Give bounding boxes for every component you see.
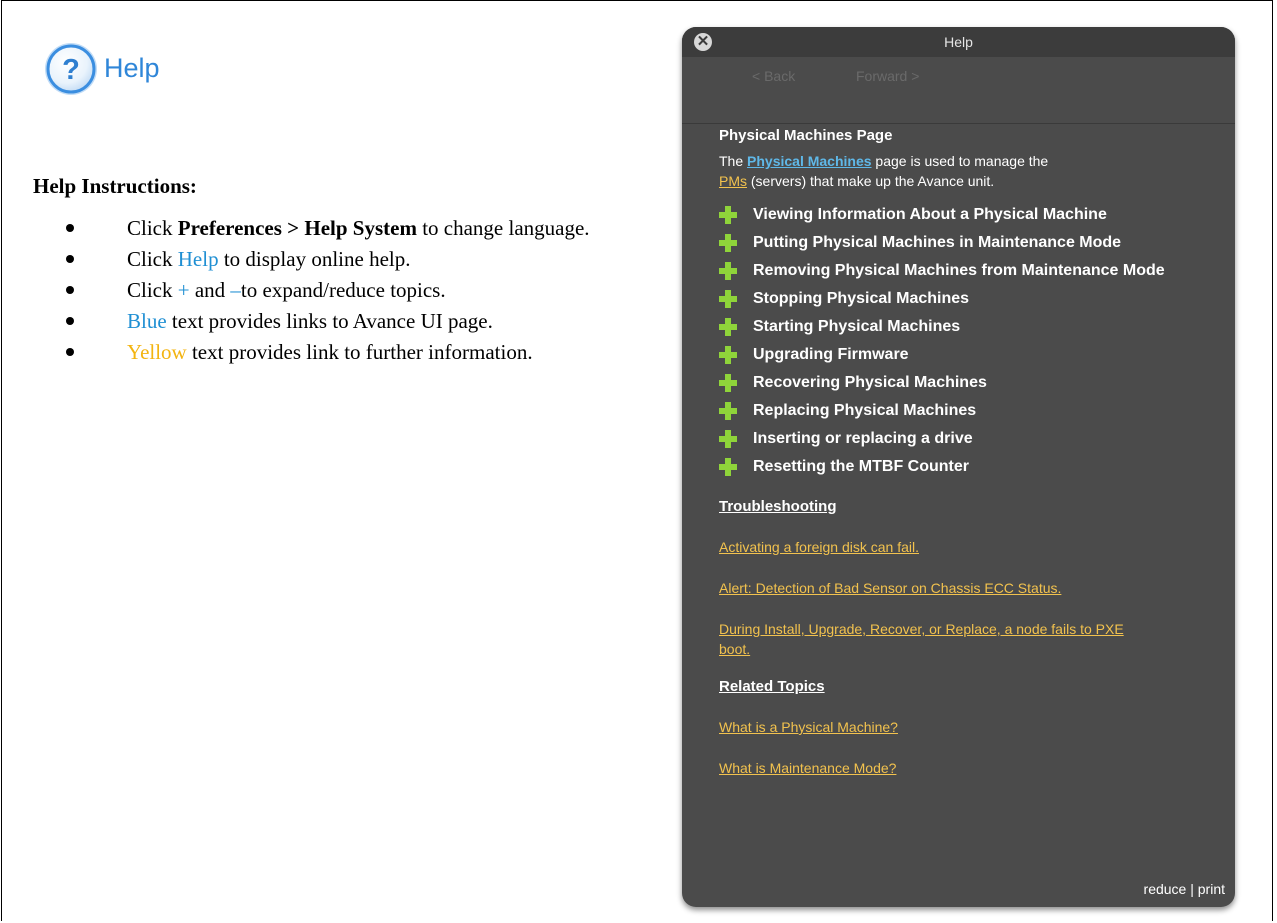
topic-label: Viewing Information About a Physical Mac… [753,206,1107,223]
minus-symbol: – [230,278,241,302]
bullet [66,286,74,294]
topic-label: Recovering Physical Machines [753,374,987,391]
intro-text-part: page is used to manage the [871,153,1049,169]
yellow-word: Yellow [127,340,187,364]
topic-item[interactable]: Putting Physical Machines in Maintenance… [719,232,1209,254]
blue-word: Blue [127,309,167,333]
item-text: text provides links to Avance UI page. [166,309,493,333]
instructions-list: Click Preferences > Help System to chang… [62,215,622,370]
bullet [66,255,74,263]
item-text: Click [127,247,178,271]
bullet [66,224,74,232]
list-item: Click Preferences > Help System to chang… [62,215,622,241]
list-item: Blue text provides links to Avance UI pa… [62,308,622,334]
list-item: Click Help to display online help. [62,246,622,272]
plus-icon[interactable] [719,402,737,420]
svg-text:?: ? [62,54,80,86]
topic-item[interactable]: Replacing Physical Machines [719,400,1209,422]
item-text: to change language. [416,216,590,240]
plus-icon[interactable] [719,374,737,392]
intro-text-part: (servers) that make up the Avance unit. [747,173,995,189]
pms-link[interactable]: PMs [719,173,747,189]
list-item: Yellow text provides link to further inf… [62,339,622,365]
troubleshooting-link[interactable]: During Install, Upgrade, Recover, or Rep… [719,619,1149,659]
footer-separator: | [1186,881,1198,897]
panel-footer: reduce | print [1144,881,1225,897]
topic-item[interactable]: Inserting or replacing a drive [719,428,1209,450]
plus-symbol: + [177,278,190,302]
help-title: Help [104,52,160,83]
topic-item[interactable]: Upgrading Firmware [719,344,1209,366]
item-text: and [189,278,231,302]
item-text: Click [127,278,178,302]
troubleshooting-link[interactable]: Alert: Detection of Bad Sensor on Chassi… [719,578,1209,598]
reduce-link[interactable]: reduce [1144,881,1187,897]
item-text: to display online help. [218,247,411,271]
item-text: text provides link to further informatio… [186,340,533,364]
topics-list: Viewing Information About a Physical Mac… [719,204,1209,478]
forward-button[interactable]: Forward > [856,68,919,84]
topic-label: Upgrading Firmware [753,346,909,363]
intro-text: The Physical Machines page is used to ma… [719,151,1209,191]
topic-label: Removing Physical Machines from Maintena… [753,262,1165,279]
related-topic-link[interactable]: What is a Physical Machine? [719,717,1209,737]
plus-icon[interactable] [719,234,737,252]
topic-label: Putting Physical Machines in Maintenance… [753,234,1122,251]
plus-icon[interactable] [719,290,737,308]
topic-label: Starting Physical Machines [753,318,961,335]
topic-label: Stopping Physical Machines [753,290,970,307]
close-icon[interactable]: ✕ [694,33,712,51]
help-panel: Help ✕ < Back Forward > Physical Machine… [682,27,1235,907]
instructions-heading: Help Instructions: [33,174,197,198]
troubleshooting-link[interactable]: Activating a foreign disk can fail. [719,537,1209,557]
topic-item[interactable]: Resetting the MTBF Counter [719,456,1209,478]
topic-label: Resetting the MTBF Counter [753,458,969,475]
topic-item[interactable]: Viewing Information About a Physical Mac… [719,204,1209,226]
topic-item[interactable]: Starting Physical Machines [719,316,1209,338]
help-question-icon: ? [45,43,97,95]
topic-item[interactable]: Recovering Physical Machines [719,372,1209,394]
list-item: Click + and –to expand/reduce topics. [62,277,622,303]
panel-title: Help [944,34,973,50]
bullet [66,348,74,356]
plus-icon[interactable] [719,206,737,224]
plus-icon[interactable] [719,430,737,448]
related-topic-link[interactable]: What is Maintenance Mode? [719,758,1209,778]
physical-machines-link[interactable]: Physical Machines [747,153,872,169]
topic-item[interactable]: Stopping Physical Machines [719,288,1209,310]
help-logo: ? Help [40,38,160,100]
item-text: to expand/reduce topics. [240,278,446,302]
item-bold-text: Preferences > Help System [177,216,417,240]
nav-bar: < Back Forward > [682,57,1235,124]
item-text: Click [127,216,178,240]
plus-icon[interactable] [719,458,737,476]
print-link[interactable]: print [1198,881,1225,897]
topic-label: Inserting or replacing a drive [753,430,973,447]
bullet [66,317,74,325]
help-link[interactable]: Help [178,247,219,271]
panel-title-bar: Help [682,27,1235,57]
intro-text-part: The [719,153,748,169]
topic-label: Replacing Physical Machines [753,402,977,419]
plus-icon[interactable] [719,346,737,364]
page-title: Physical Machines Page [719,127,893,144]
troubleshooting-heading: Troubleshooting [719,498,837,515]
related-topics-heading: Related Topics [719,678,825,695]
plus-icon[interactable] [719,262,737,280]
help-content: Physical Machines Page The Physical Mach… [719,127,1209,799]
topic-item[interactable]: Removing Physical Machines from Maintena… [719,260,1209,282]
plus-icon[interactable] [719,318,737,336]
back-button[interactable]: < Back [752,68,795,84]
